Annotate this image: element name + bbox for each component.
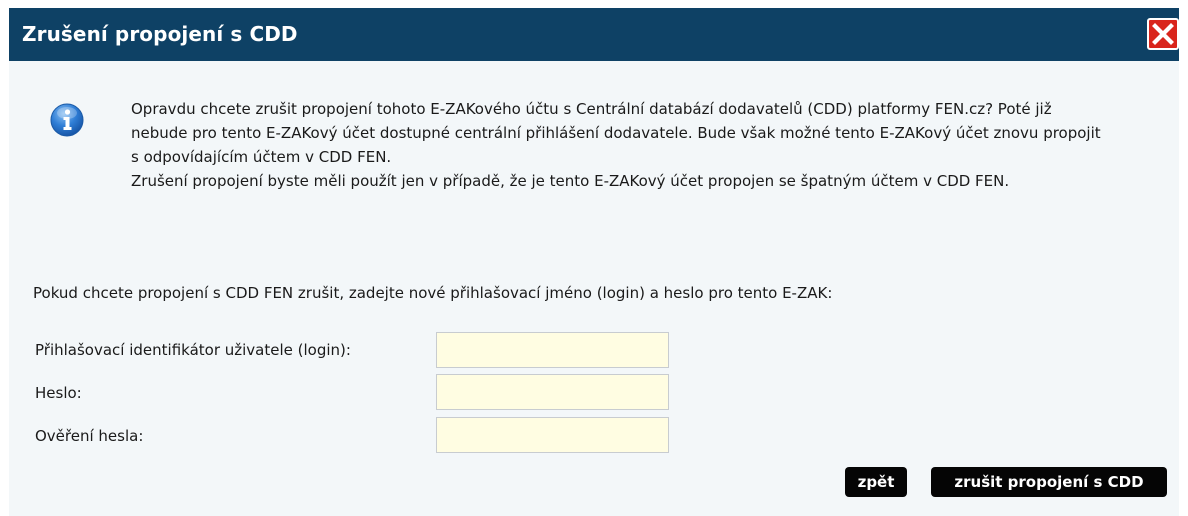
info-message: Opravdu chcete zrušit propojení tohoto E… (131, 97, 1111, 193)
form-instructions: Pokud chcete propojení s CDD FEN zrušit,… (33, 284, 833, 302)
close-button[interactable] (1147, 18, 1179, 50)
info-paragraph-2: Zrušení propojení byste měli použít jen … (131, 172, 1010, 190)
dialog-title: Zrušení propojení s CDD (22, 22, 298, 46)
info-icon (50, 103, 84, 137)
password-confirm-label: Ověření hesla: (35, 427, 144, 445)
login-input[interactable] (436, 332, 669, 368)
cancel-cdd-link-button[interactable]: zrušit propojení s CDD (931, 467, 1167, 497)
dialog-titlebar: Zrušení propojení s CDD (9, 8, 1179, 61)
login-label: Přihlašovací identifikátor uživatele (lo… (35, 341, 351, 359)
password-confirm-input[interactable] (436, 417, 669, 453)
back-button[interactable]: zpět (845, 467, 907, 497)
password-label: Heslo: (35, 384, 82, 402)
cancel-cdd-link-dialog: Zrušení propojení s CDD Opravdu chcete z… (9, 8, 1179, 516)
close-icon (1152, 23, 1174, 45)
password-input[interactable] (436, 374, 669, 410)
info-paragraph-1: Opravdu chcete zrušit propojení tohoto E… (131, 100, 1101, 166)
